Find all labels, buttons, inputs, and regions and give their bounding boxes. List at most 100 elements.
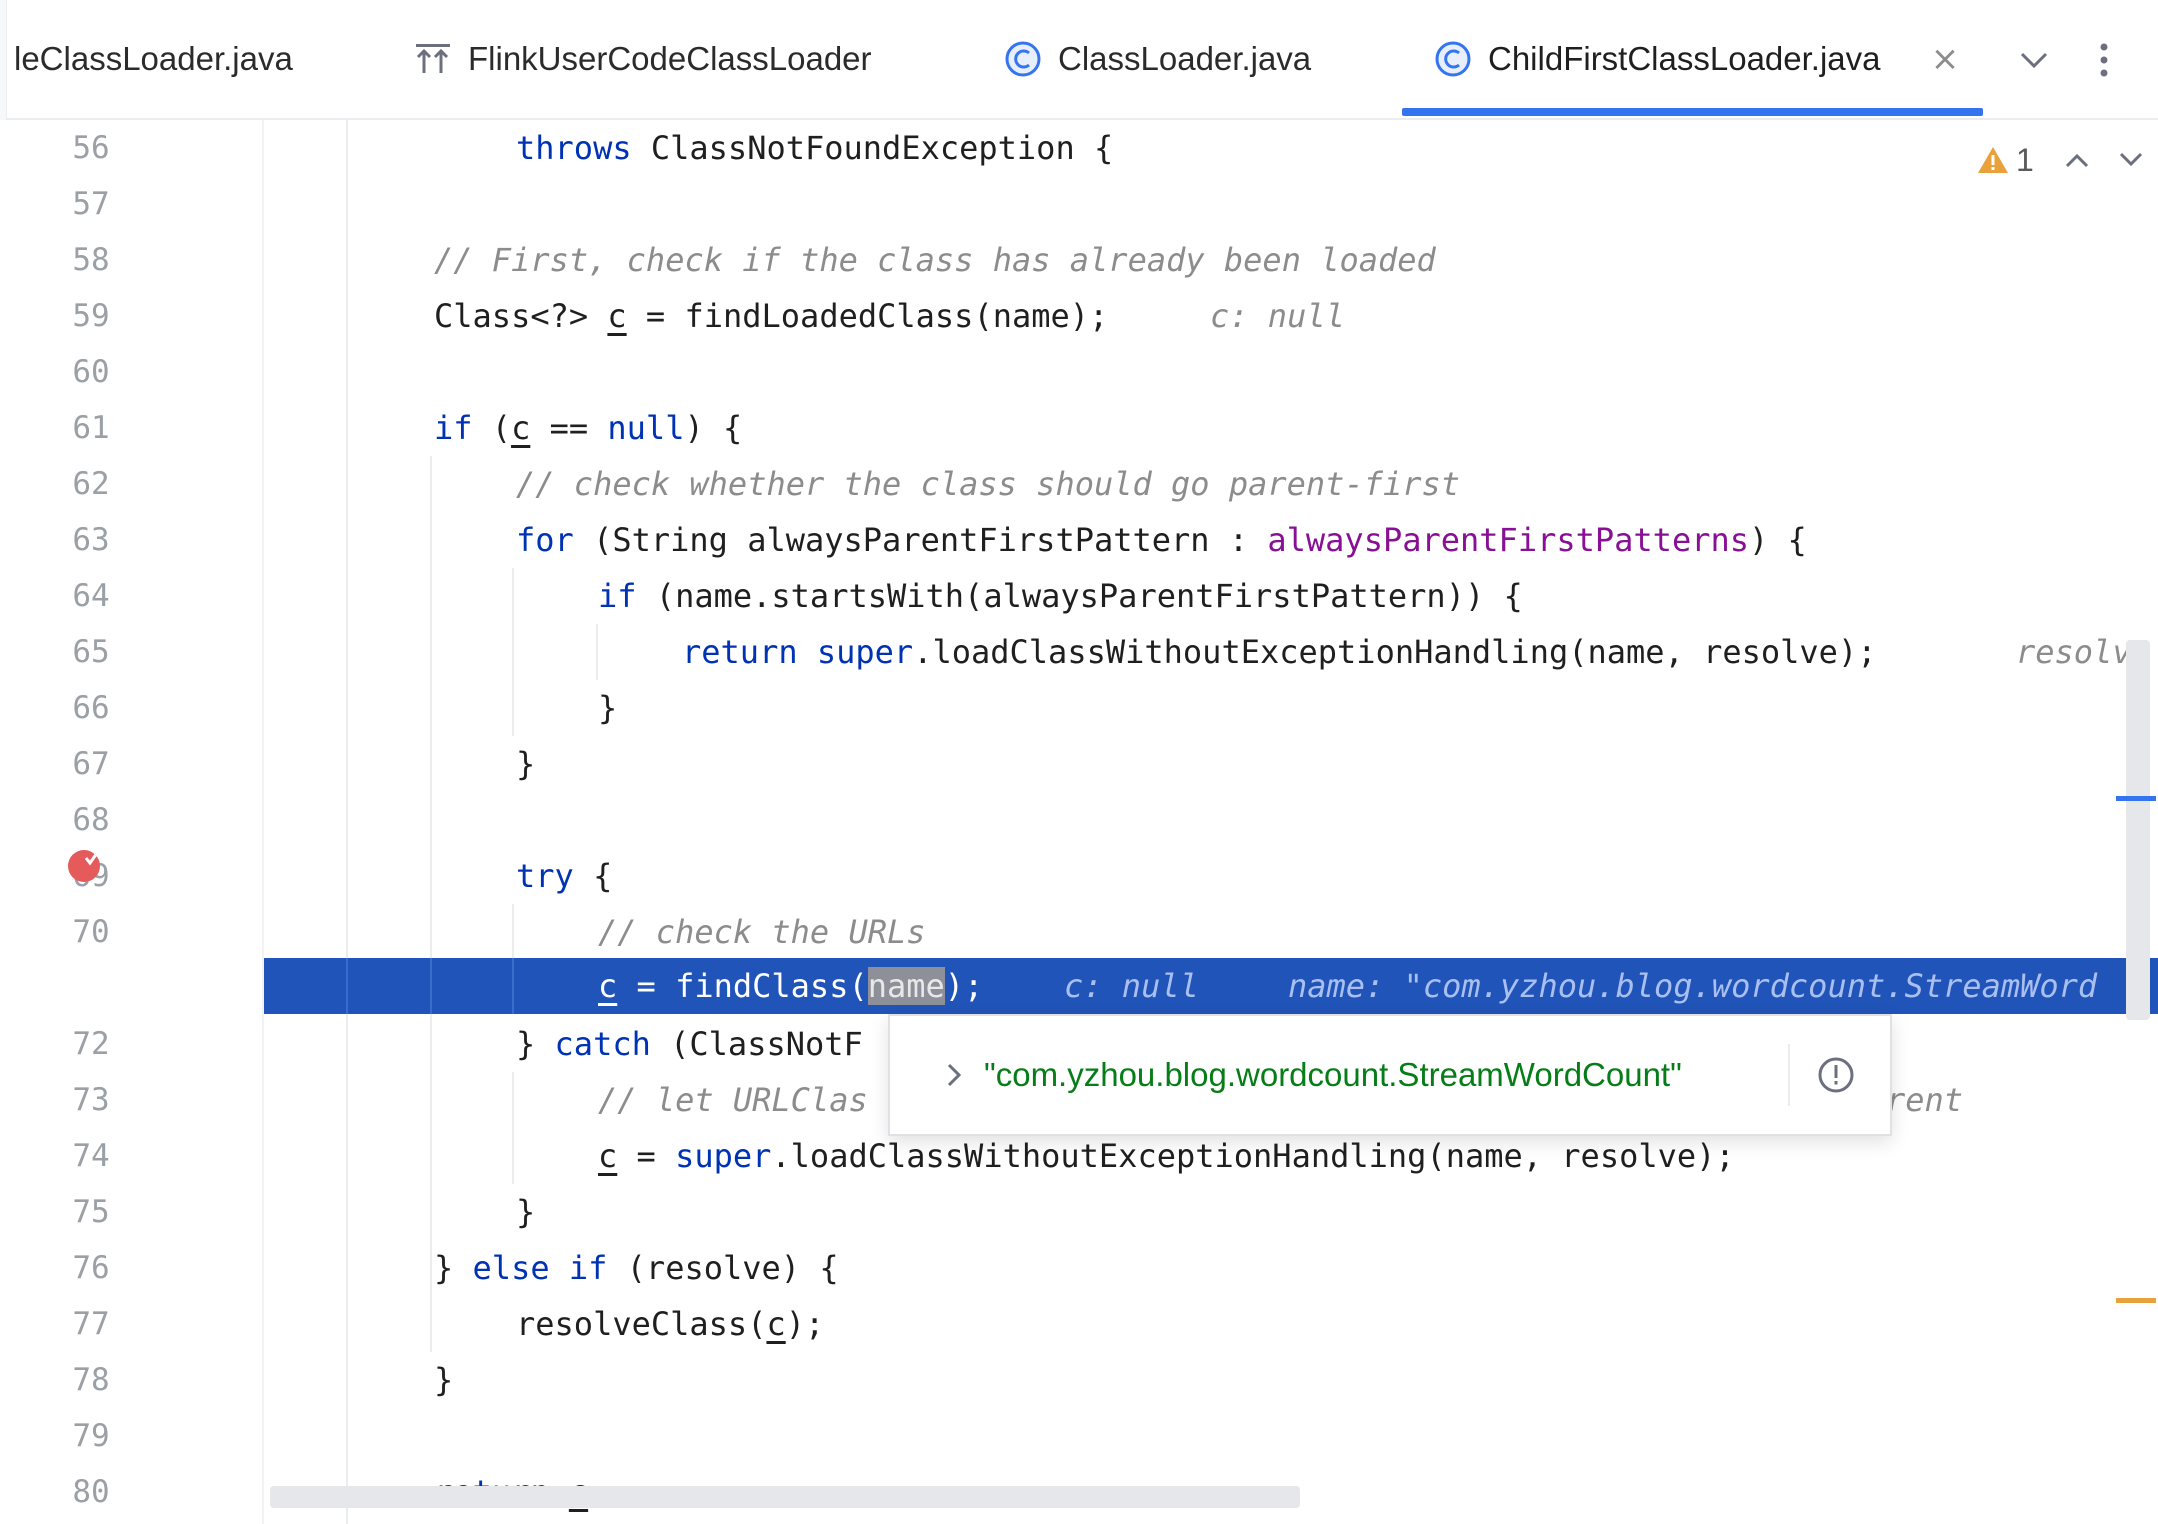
- code-comment: // check whether the class should go par…: [516, 465, 1461, 503]
- selected-word[interactable]: name: [867, 967, 945, 1005]
- indent-guide: [346, 958, 348, 1014]
- code-text: ==: [530, 409, 608, 447]
- keyword: catch: [554, 1025, 651, 1063]
- code-text: .loadClassWithoutExceptionHandling(name,…: [771, 1137, 1735, 1175]
- code-line[interactable]: for (String alwaysParentFirstPattern : a…: [264, 512, 2158, 568]
- indent-guide: [512, 958, 514, 1014]
- code-text: = findClass(: [617, 967, 868, 1005]
- line-number: 76: [72, 1250, 110, 1286]
- previous-highlight-icon[interactable]: [2064, 151, 2090, 169]
- code-line[interactable]: }: [264, 680, 2158, 736]
- code-line[interactable]: try {: [264, 848, 2158, 904]
- code-text: Class<?>: [434, 297, 608, 335]
- tab-classloader-java[interactable]: ClassLoader.java: [1004, 0, 1311, 118]
- variable: c: [598, 967, 618, 1005]
- code-comment: // check the URLs: [598, 913, 926, 951]
- code-comment: // First, check if the class has already…: [434, 241, 1436, 279]
- variable: c: [607, 297, 627, 335]
- code-text: = findLoadedClass(name);: [626, 297, 1109, 335]
- code-text: =: [617, 1137, 676, 1175]
- code-line[interactable]: throws ClassNotFoundException {: [264, 120, 2158, 176]
- code-text: }: [434, 1249, 473, 1287]
- breakpoint-icon[interactable]: [66, 848, 102, 884]
- code-text: ClassNotFoundException {: [631, 129, 1114, 167]
- active-tab-indicator: [1402, 108, 1983, 116]
- code-line[interactable]: if (c == null) {: [264, 400, 2158, 456]
- debug-value-popup[interactable]: "com.yzhou.blog.wordcount.StreamWordCoun…: [888, 1014, 1892, 1136]
- keyword: return: [682, 633, 798, 671]
- debug-value[interactable]: "com.yzhou.blog.wordcount.StreamWordCoun…: [984, 1056, 1788, 1094]
- code-text: );: [785, 1305, 825, 1343]
- code-line[interactable]: // First, check if the class has already…: [264, 232, 2158, 288]
- next-highlight-icon[interactable]: [2118, 151, 2144, 169]
- chevron-right-icon[interactable]: [934, 1062, 974, 1088]
- tab-imported-classloader[interactable]: leClassLoader.java: [14, 0, 293, 118]
- code-comment: rent: [1886, 1081, 1964, 1119]
- line-number: 74: [72, 1138, 110, 1174]
- line-number: 67: [72, 746, 110, 782]
- chevron-down-icon[interactable]: [2014, 40, 2054, 80]
- code-text: }: [598, 689, 618, 727]
- class-icon: [1004, 40, 1042, 78]
- line-number-gutter[interactable]: 56 57 58 59 60 61 62 63 64 65 66 67 68 6…: [6, 120, 262, 1524]
- warning-icon: [1976, 145, 2010, 175]
- code-line[interactable]: resolveClass(c);: [264, 1296, 2158, 1352]
- code-line[interactable]: // check the URLs: [264, 904, 2158, 960]
- tab-flink-user-code-classloader[interactable]: FlinkUserCodeClassLoader: [414, 0, 872, 118]
- ide-window: leClassLoader.java FlinkUserCodeClassLoa…: [0, 0, 2158, 1524]
- code-line[interactable]: }: [264, 1184, 2158, 1240]
- variable: c: [511, 409, 531, 447]
- code-text: }: [516, 745, 536, 783]
- line-number: 72: [72, 1026, 110, 1062]
- code-text: }: [516, 1025, 555, 1063]
- code-text: ) {: [1749, 521, 1807, 559]
- code-editor[interactable]: 56 57 58 59 60 61 62 63 64 65 66 67 68 6…: [0, 120, 2158, 1524]
- line-number: 75: [72, 1194, 110, 1230]
- line-number: 65: [72, 634, 110, 670]
- keyword: throws: [516, 129, 632, 167]
- popup-divider: [1788, 1044, 1790, 1106]
- more-options-icon[interactable]: [2084, 40, 2124, 80]
- code-line[interactable]: Class<?> c = findLoadedClass(name); c: n…: [264, 288, 2158, 344]
- tab-child-first-classloader-java[interactable]: ChildFirstClassLoader.java: [1434, 0, 1881, 118]
- indent-guide: [430, 958, 432, 1014]
- class-hierarchy-icon: [414, 40, 452, 78]
- tab-label: ChildFirstClassLoader.java: [1488, 40, 1881, 77]
- code-text: resolveClass(: [516, 1305, 767, 1343]
- vertical-scrollbar-thumb[interactable]: [2126, 640, 2150, 1020]
- code-line[interactable]: c = super.loadClassWithoutExceptionHandl…: [264, 1128, 2158, 1184]
- inspection-widget[interactable]: 1: [1976, 132, 2144, 188]
- inline-debug-value: c: null: [1210, 297, 1345, 335]
- code-line[interactable]: } else if (resolve) {: [264, 1240, 2158, 1296]
- error-stripe-mark[interactable]: [2116, 1298, 2156, 1303]
- line-number: 58: [72, 242, 110, 278]
- tab-label: FlinkUserCodeClassLoader: [468, 40, 872, 77]
- code-text: (String alwaysParentFirstPattern :: [573, 521, 1268, 559]
- variable: c: [598, 1137, 618, 1175]
- info-icon[interactable]: [1814, 1053, 1858, 1097]
- error-stripe-mark[interactable]: [2116, 796, 2156, 801]
- line-number: 61: [72, 410, 110, 446]
- keyword: super: [675, 1137, 772, 1175]
- line-number: 62: [72, 466, 110, 502]
- code-text: (: [472, 409, 512, 447]
- horizontal-scrollbar-thumb[interactable]: [270, 1486, 1300, 1508]
- keyword: if: [598, 577, 637, 615]
- keyword: if: [434, 409, 473, 447]
- inline-debug-value: c: null: [1064, 967, 1199, 1005]
- code-text: }: [434, 1361, 454, 1399]
- code-line[interactable]: }: [264, 1352, 2158, 1408]
- current-execution-line[interactable]: c = findClass(name); c: null name: "com.…: [264, 958, 2158, 1014]
- close-tab-icon[interactable]: ×: [1930, 42, 1960, 76]
- code-line[interactable]: if (name.startsWith(alwaysParentFirstPat…: [264, 568, 2158, 624]
- field-reference: alwaysParentFirstPatterns: [1267, 521, 1749, 559]
- code-line[interactable]: return super.loadClassWithoutExceptionHa…: [264, 624, 2158, 680]
- line-number: 79: [72, 1418, 110, 1454]
- line-number: 70: [72, 914, 110, 950]
- code-line[interactable]: }: [264, 736, 2158, 792]
- inline-debug-value: name: "com.yzhou.blog.wordcount.StreamWo…: [1288, 967, 2098, 1005]
- code-text: .loadClassWithoutExceptionHandling(name,…: [913, 633, 1877, 671]
- editor-tab-bar: leClassLoader.java FlinkUserCodeClassLoa…: [0, 0, 2158, 120]
- code-line[interactable]: // check whether the class should go par…: [264, 456, 2158, 512]
